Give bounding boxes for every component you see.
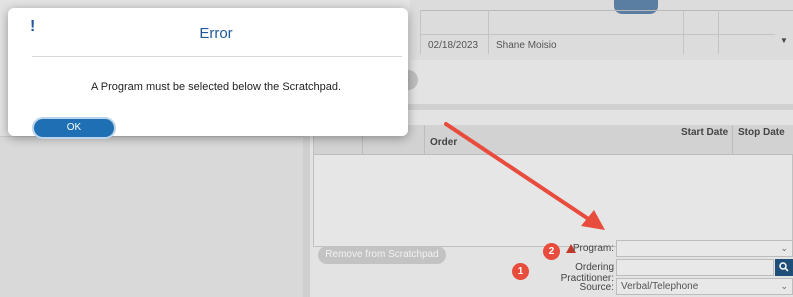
program-label: Program: [572, 243, 614, 254]
error-dialog: ! Error A Program must be selected below… [8, 8, 408, 137]
annotation-arrow [444, 122, 605, 230]
grid-line [718, 10, 719, 54]
grid-line [424, 125, 425, 155]
search-icon[interactable] [775, 259, 793, 276]
chevron-down-icon: ⌄ [780, 243, 788, 253]
scroll-down-icon[interactable]: ▼ [776, 33, 792, 49]
remove-from-scratchpad-button[interactable]: Remove from Scratchpad [318, 246, 446, 264]
pane-splitter[interactable] [303, 110, 310, 297]
grid-line [683, 10, 684, 54]
grid-line [488, 10, 489, 54]
dialog-divider [32, 56, 402, 57]
left-pane [0, 136, 303, 297]
ordering-practitioner-input[interactable] [616, 259, 774, 276]
dialog-title: Error [199, 25, 233, 42]
column-header-stop-date[interactable]: Stop Date [738, 127, 785, 138]
dialog-message: A Program must be selected below the Scr… [90, 81, 342, 93]
record-name: Shane Moisio [496, 40, 557, 51]
program-select[interactable]: ⌄ [616, 240, 793, 257]
column-header-start-date[interactable]: Start Date [681, 127, 728, 138]
source-label: Source: [579, 282, 614, 293]
annotation-badge-2: 2 [543, 243, 560, 260]
grid-line [420, 34, 775, 35]
grid-line [732, 125, 733, 155]
annotation-badge-1: 1 [512, 263, 529, 280]
source-select[interactable]: Verbal/Telephone ⌄ [616, 278, 793, 295]
record-date: 02/18/2023 [428, 40, 479, 51]
source-value: Verbal/Telephone [621, 281, 699, 292]
chevron-down-icon: ⌄ [780, 281, 788, 291]
ok-button[interactable]: OK [34, 119, 114, 137]
ordering-practitioner-label: Ordering Practitioner: [560, 262, 614, 284]
